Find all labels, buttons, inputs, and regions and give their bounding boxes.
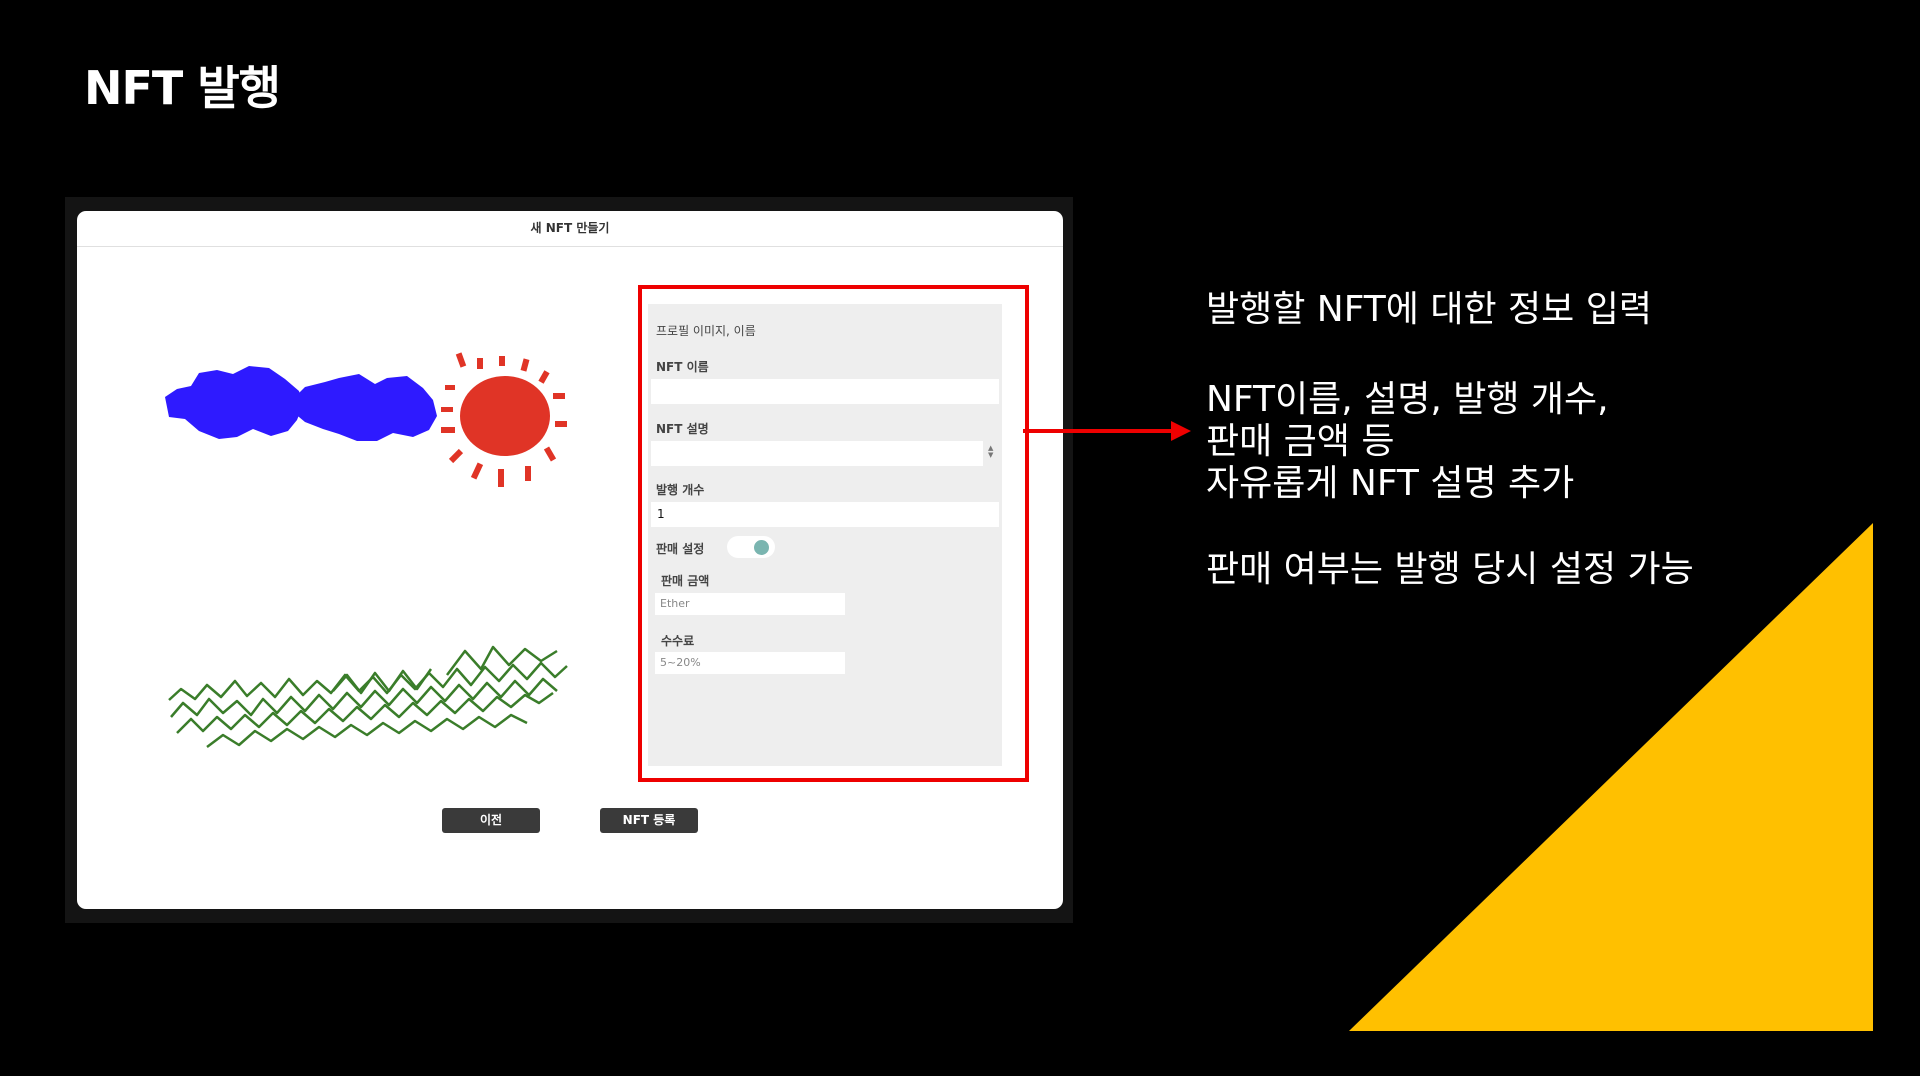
green-grass-scribbles <box>168 645 568 748</box>
register-nft-button[interactable]: NFT 등록 <box>600 808 698 833</box>
description-line-3: 자유롭게 NFT 설명 추가 <box>1206 463 1575 504</box>
nft-preview-image <box>165 352 568 748</box>
blue-cloud-left <box>165 366 303 439</box>
yellow-triangle-decoration <box>1349 523 1873 1031</box>
description-line-2: 판매 금액 등 <box>1206 421 1395 462</box>
form-highlight-box <box>638 285 1029 782</box>
blue-cloud-right <box>293 374 437 441</box>
description-heading: 발행할 NFT에 대한 정보 입력 <box>1206 289 1652 330</box>
red-arrow-icon <box>1023 421 1191 441</box>
description-line-1: NFT이름, 설명, 발행 개수, <box>1206 379 1609 420</box>
dialog-title: 새 NFT 만들기 <box>77 211 1063 247</box>
new-nft-dialog: 새 NFT 만들기 프로필 이미지, 이름 NFT 이름 NFT 설명 ▲ ▼ … <box>77 211 1063 909</box>
slide-title: NFT 발행 <box>84 61 281 115</box>
red-sun <box>460 376 550 456</box>
description-note: 판매 여부는 발행 당시 설정 가능 <box>1206 549 1694 590</box>
prev-button[interactable]: 이전 <box>442 808 540 833</box>
screenshot-frame: 새 NFT 만들기 프로필 이미지, 이름 NFT 이름 NFT 설명 ▲ ▼ … <box>65 197 1073 923</box>
